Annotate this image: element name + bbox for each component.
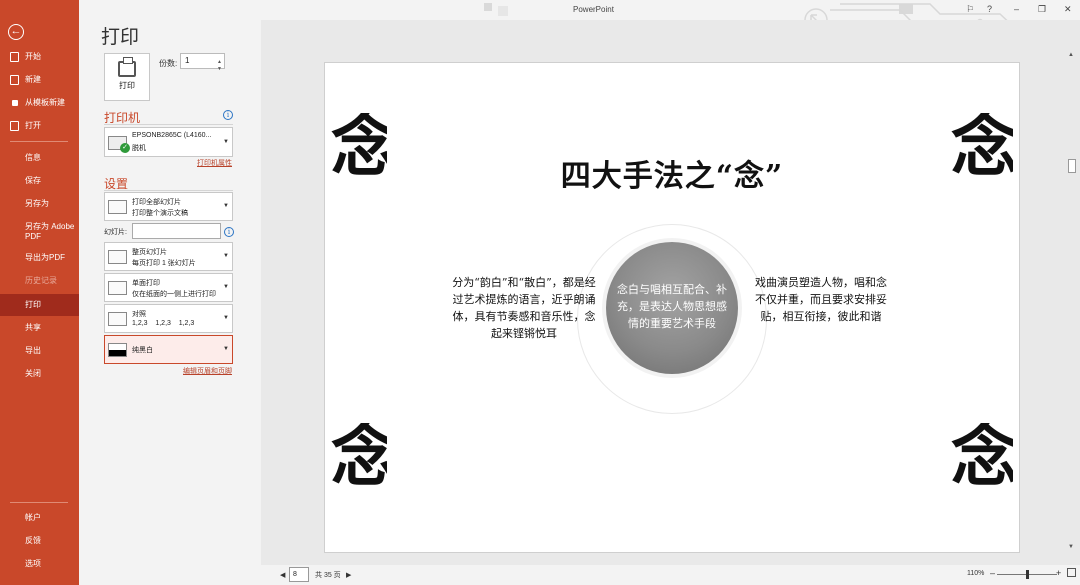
nav-item-label: 开始	[25, 52, 41, 61]
divider	[104, 124, 233, 125]
nav-item-close[interactable]: 关闭	[0, 363, 79, 385]
left-text: 分为“韵白”和“散白”，都是经过艺术提炼的语言，近乎朗诵体，具有节奏感和音乐性，…	[452, 276, 596, 340]
info-icon[interactable]: i	[224, 227, 234, 237]
nav-item-options[interactable]: 选项	[0, 553, 79, 575]
print-range-dropdown[interactable]: 打印全部幻灯片 打印整个演示文稿 ▼	[104, 192, 233, 221]
sides-dropdown[interactable]: 单面打印 仅在纸面的一侧上进行打印 ▼	[104, 273, 233, 302]
nav-item-feedback[interactable]: 反馈	[0, 530, 79, 552]
ready-check-icon: ✓	[120, 143, 130, 153]
nav-item-history: 历史记录	[25, 276, 57, 285]
color-dropdown[interactable]: 纯黑白 ▼	[104, 335, 233, 364]
nav-item-export-pdf[interactable]: 导出为PDF	[0, 247, 79, 269]
nav-item-new[interactable]: 新建	[0, 69, 79, 91]
nav-item-account[interactable]: 帐户	[0, 507, 79, 529]
template-icon	[12, 100, 18, 106]
dropdown-main-text: 纯黑白	[132, 347, 153, 354]
dropdown-main-text: 打印全部幻灯片	[132, 199, 181, 206]
printer-dropdown[interactable]: ✓ EPSONB2865C (L4160... 脱机 ▼	[104, 127, 233, 157]
chevron-down-icon: ▼	[223, 253, 229, 259]
full-page-slide-icon	[108, 250, 127, 264]
page-number-input[interactable]: 8	[289, 567, 309, 582]
chevron-down-icon: ▼	[223, 315, 229, 321]
status-bar: ◀ 共 35 页 ▶ 110% – +	[261, 565, 1080, 585]
zoom-in-icon[interactable]: +	[1056, 568, 1061, 578]
nav-item-label: 打开	[25, 121, 41, 130]
info-icon[interactable]: i	[223, 110, 233, 120]
divider	[104, 190, 233, 191]
nav-item-save-as-adobe-pdf[interactable]: 另存为 Adobe PDF	[0, 220, 79, 246]
collate-icon	[108, 312, 127, 326]
corner-glyph-bottom-right: 念	[951, 423, 1013, 497]
chevron-down-icon: ▼	[223, 284, 229, 290]
nav-item-home[interactable]: 开始	[0, 46, 79, 68]
copies-input[interactable]: 1 ▲ ▼	[180, 53, 225, 72]
nav-item-label: 从模板新建	[25, 98, 65, 107]
next-page-icon[interactable]: ▶	[346, 571, 351, 579]
blurred-region	[498, 6, 508, 16]
right-text: 戏曲演员塑造人物，唱和念不仅并重，而且要求安排妥贴，相互衔接，彼此和谐	[755, 276, 887, 323]
scroll-up-icon[interactable]: ▲	[1068, 52, 1074, 58]
nav-item-share[interactable]: 共享	[0, 317, 79, 339]
printer-name: EPSONB2865C (L4160...	[132, 132, 212, 139]
grayscale-icon	[108, 343, 127, 357]
collate-dropdown[interactable]: 对照 1,2,3 1,2,3 1,2,3 ▼	[104, 304, 233, 333]
slide-title: 四大手法之“念”	[560, 159, 784, 194]
chevron-down-icon: ▼	[223, 203, 229, 209]
slide-preview-page: 念 念 念 念 四大手法之“念” 念白与唱相互配合、补充，是表达人物思想感情的重…	[324, 62, 1020, 553]
nav-item-from-template[interactable]: 从模板新建	[0, 92, 79, 114]
zoom-level[interactable]: 110%	[967, 570, 984, 577]
chevron-down-icon: ▼	[223, 139, 229, 145]
blurred-region	[484, 3, 492, 11]
home-icon	[10, 52, 19, 62]
nav-divider	[10, 141, 68, 142]
print-button[interactable]: 打印	[104, 53, 150, 101]
scroll-down-icon[interactable]: ▼	[1068, 544, 1074, 550]
zoom-out-icon[interactable]: –	[990, 568, 995, 578]
nav-item-label: 新建	[25, 75, 41, 84]
nav-item-save-as[interactable]: 另存为	[0, 193, 79, 215]
dropdown-sub-text: 每页打印 1 张幻灯片	[132, 260, 196, 267]
copies-value: 1	[185, 56, 190, 65]
nav-divider	[10, 502, 68, 503]
nav-item-info[interactable]: 信息	[0, 147, 79, 169]
app-name: PowerPoint	[573, 5, 614, 14]
dropdown-sub-text: 仅在纸面的一侧上进行打印	[132, 291, 216, 298]
dropdown-sub-text: 1,2,3 1,2,3 1,2,3	[132, 320, 195, 327]
print-button-label: 打印	[119, 81, 135, 90]
slides-label: 幻灯片:	[104, 229, 127, 236]
center-text: 念白与唱相互配合、补充，是表达人物思想感情的重要艺术手段	[617, 283, 727, 330]
dropdown-main-text: 整页幻灯片	[132, 249, 167, 256]
new-file-icon	[10, 75, 19, 85]
single-sided-icon	[108, 281, 127, 295]
back-arrow-icon[interactable]: ←	[8, 24, 24, 40]
edit-header-footer-link[interactable]: 编辑页眉和页脚	[183, 366, 232, 376]
page-title: 打印	[101, 27, 140, 48]
prev-page-icon[interactable]: ◀	[280, 571, 285, 579]
chevron-down-icon: ▼	[223, 346, 229, 352]
folder-icon	[10, 121, 19, 131]
fit-page-icon[interactable]	[1067, 568, 1076, 577]
slides-stack-icon	[108, 200, 127, 214]
printer-properties-link[interactable]: 打印机属性	[197, 158, 232, 168]
backstage-nav: ← 开始 新建 从模板新建 打开 信息 保存 另存为 另存为 Adobe PDF…	[0, 0, 79, 585]
zoom-slider-thumb[interactable]	[1026, 570, 1029, 579]
dropdown-sub-text: 打印整个演示文稿	[132, 210, 188, 217]
preview-scrollbar[interactable]: ▲ ▼	[1066, 52, 1078, 554]
page-total: 共 35 页	[315, 572, 341, 579]
nav-item-export[interactable]: 导出	[0, 340, 79, 362]
printer-icon	[118, 57, 136, 77]
slides-input[interactable]	[132, 223, 221, 239]
dropdown-main-text: 单面打印	[132, 280, 160, 287]
scroll-thumb[interactable]	[1068, 159, 1076, 173]
layout-dropdown[interactable]: 整页幻灯片 每页打印 1 张幻灯片 ▼	[104, 242, 233, 271]
corner-glyph-bottom-left: 念	[331, 423, 387, 497]
printer-status: 脱机	[132, 145, 146, 152]
printer-device-icon: ✓	[108, 136, 130, 153]
copies-label: 份数:	[159, 59, 178, 68]
dropdown-main-text: 对照	[132, 311, 146, 318]
spin-down-icon[interactable]: ▼	[217, 62, 222, 76]
nav-item-print[interactable]: 打印	[0, 294, 79, 316]
nav-item-open[interactable]: 打开	[0, 115, 79, 137]
nav-item-save[interactable]: 保存	[0, 170, 79, 192]
